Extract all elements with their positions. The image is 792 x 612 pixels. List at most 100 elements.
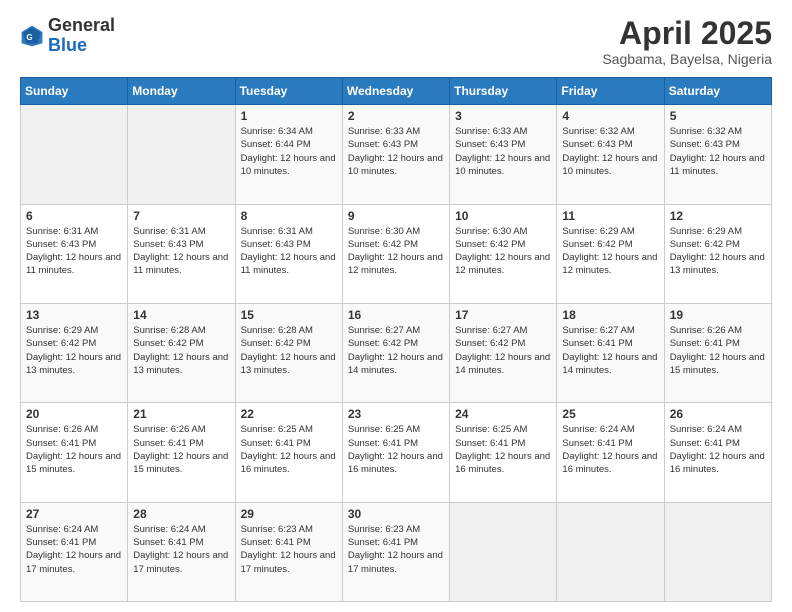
day-cell: 1 Sunrise: 6:34 AM Sunset: 6:44 PM Daylig… [235,105,342,204]
day-number: 13 [26,308,122,322]
day-cell: 10 Sunrise: 6:30 AM Sunset: 6:42 PM Dayli… [450,204,557,303]
day-number: 27 [26,507,122,521]
day-cell: 3 Sunrise: 6:33 AM Sunset: 6:43 PM Daylig… [450,105,557,204]
day-cell [557,502,664,601]
title-block: April 2025 Sagbama, Bayelsa, Nigeria [602,16,772,67]
day-cell: 5 Sunrise: 6:32 AM Sunset: 6:43 PM Daylig… [664,105,771,204]
day-cell: 7 Sunrise: 6:31 AM Sunset: 6:43 PM Daylig… [128,204,235,303]
day-cell: 6 Sunrise: 6:31 AM Sunset: 6:43 PM Daylig… [21,204,128,303]
day-cell: 13 Sunrise: 6:29 AM Sunset: 6:42 PM Dayli… [21,303,128,402]
day-info: Sunrise: 6:24 AM Sunset: 6:41 PM Dayligh… [562,423,658,476]
svg-text:G: G [26,33,32,42]
day-number: 29 [241,507,337,521]
day-info: Sunrise: 6:29 AM Sunset: 6:42 PM Dayligh… [670,225,766,278]
day-info: Sunrise: 6:32 AM Sunset: 6:43 PM Dayligh… [562,125,658,178]
subtitle: Sagbama, Bayelsa, Nigeria [602,51,772,67]
day-number: 7 [133,209,229,223]
day-cell: 30 Sunrise: 6:23 AM Sunset: 6:41 PM Dayli… [342,502,449,601]
day-info: Sunrise: 6:34 AM Sunset: 6:44 PM Dayligh… [241,125,337,178]
day-cell: 16 Sunrise: 6:27 AM Sunset: 6:42 PM Dayli… [342,303,449,402]
day-info: Sunrise: 6:31 AM Sunset: 6:43 PM Dayligh… [133,225,229,278]
col-sunday: Sunday [21,78,128,105]
day-number: 3 [455,109,551,123]
day-cell: 17Sunrise: 6:27 AM Sunset: 6:42 PM Dayli… [450,303,557,402]
day-cell: 26 Sunrise: 6:24 AM Sunset: 6:41 PM Dayli… [664,403,771,502]
col-saturday: Saturday [664,78,771,105]
day-cell: 11 Sunrise: 6:29 AM Sunset: 6:42 PM Dayli… [557,204,664,303]
day-cell: 12Sunrise: 6:29 AM Sunset: 6:42 PM Dayli… [664,204,771,303]
day-number: 15 [241,308,337,322]
day-info: Sunrise: 6:30 AM Sunset: 6:42 PM Dayligh… [348,225,444,278]
day-info: Sunrise: 6:30 AM Sunset: 6:42 PM Dayligh… [455,225,551,278]
day-cell: 4 Sunrise: 6:32 AM Sunset: 6:43 PM Daylig… [557,105,664,204]
day-number: 11 [562,209,658,223]
day-info: Sunrise: 6:32 AM Sunset: 6:43 PM Dayligh… [670,125,766,178]
day-info: Sunrise: 6:25 AM Sunset: 6:41 PM Dayligh… [455,423,551,476]
day-number: 6 [26,209,122,223]
day-info: Sunrise: 6:24 AM Sunset: 6:41 PM Dayligh… [133,523,229,576]
day-cell: 9 Sunrise: 6:30 AM Sunset: 6:42 PM Daylig… [342,204,449,303]
page: G General Blue April 2025 Sagbama, Bayel… [0,0,792,612]
col-monday: Monday [128,78,235,105]
day-number: 4 [562,109,658,123]
day-info: Sunrise: 6:27 AM Sunset: 6:42 PM Dayligh… [348,324,444,377]
day-number: 19 [670,308,766,322]
day-number: 14 [133,308,229,322]
week-row-3: 13 Sunrise: 6:29 AM Sunset: 6:42 PM Dayli… [21,303,772,402]
day-cell: 24 Sunrise: 6:25 AM Sunset: 6:41 PM Dayli… [450,403,557,502]
day-number: 1 [241,109,337,123]
calendar-body: 1 Sunrise: 6:34 AM Sunset: 6:44 PM Daylig… [21,105,772,602]
day-cell: 14Sunrise: 6:28 AM Sunset: 6:42 PM Dayli… [128,303,235,402]
day-info: Sunrise: 6:27 AM Sunset: 6:41 PM Dayligh… [562,324,658,377]
col-friday: Friday [557,78,664,105]
day-cell: 23Sunrise: 6:25 AM Sunset: 6:41 PM Dayli… [342,403,449,502]
week-row-5: 27 Sunrise: 6:24 AM Sunset: 6:41 PM Dayli… [21,502,772,601]
week-row-4: 20Sunrise: 6:26 AM Sunset: 6:41 PM Dayli… [21,403,772,502]
day-cell [450,502,557,601]
day-info: Sunrise: 6:27 AM Sunset: 6:42 PM Dayligh… [455,324,551,377]
calendar-header: Sunday Monday Tuesday Wednesday Thursday… [21,78,772,105]
day-info: Sunrise: 6:31 AM Sunset: 6:43 PM Dayligh… [26,225,122,278]
day-number: 16 [348,308,444,322]
day-cell: 29 Sunrise: 6:23 AM Sunset: 6:41 PM Dayli… [235,502,342,601]
day-cell: 18 Sunrise: 6:27 AM Sunset: 6:41 PM Dayli… [557,303,664,402]
week-row-2: 6 Sunrise: 6:31 AM Sunset: 6:43 PM Daylig… [21,204,772,303]
day-number: 25 [562,407,658,421]
day-number: 24 [455,407,551,421]
day-cell: 21 Sunrise: 6:26 AM Sunset: 6:41 PM Dayli… [128,403,235,502]
day-number: 2 [348,109,444,123]
day-info: Sunrise: 6:29 AM Sunset: 6:42 PM Dayligh… [562,225,658,278]
day-info: Sunrise: 6:24 AM Sunset: 6:41 PM Dayligh… [26,523,122,576]
day-info: Sunrise: 6:23 AM Sunset: 6:41 PM Dayligh… [348,523,444,576]
day-number: 18 [562,308,658,322]
day-info: Sunrise: 6:33 AM Sunset: 6:43 PM Dayligh… [455,125,551,178]
day-number: 21 [133,407,229,421]
day-info: Sunrise: 6:31 AM Sunset: 6:43 PM Dayligh… [241,225,337,278]
day-number: 10 [455,209,551,223]
day-info: Sunrise: 6:23 AM Sunset: 6:41 PM Dayligh… [241,523,337,576]
day-info: Sunrise: 6:24 AM Sunset: 6:41 PM Dayligh… [670,423,766,476]
day-cell: 20Sunrise: 6:26 AM Sunset: 6:41 PM Dayli… [21,403,128,502]
day-info: Sunrise: 6:29 AM Sunset: 6:42 PM Dayligh… [26,324,122,377]
header-row: Sunday Monday Tuesday Wednesday Thursday… [21,78,772,105]
day-number: 5 [670,109,766,123]
header: G General Blue April 2025 Sagbama, Bayel… [20,16,772,67]
day-number: 26 [670,407,766,421]
day-info: Sunrise: 6:33 AM Sunset: 6:43 PM Dayligh… [348,125,444,178]
day-cell: 25 Sunrise: 6:24 AM Sunset: 6:41 PM Dayli… [557,403,664,502]
logo-text: General Blue [48,16,115,56]
day-cell: 27 Sunrise: 6:24 AM Sunset: 6:41 PM Dayli… [21,502,128,601]
col-wednesday: Wednesday [342,78,449,105]
day-number: 30 [348,507,444,521]
day-cell: 22Sunrise: 6:25 AM Sunset: 6:41 PM Dayli… [235,403,342,502]
day-cell [664,502,771,601]
col-tuesday: Tuesday [235,78,342,105]
day-number: 9 [348,209,444,223]
main-title: April 2025 [602,16,772,51]
col-thursday: Thursday [450,78,557,105]
day-info: Sunrise: 6:26 AM Sunset: 6:41 PM Dayligh… [670,324,766,377]
logo: G General Blue [20,16,115,56]
day-cell [128,105,235,204]
day-cell [21,105,128,204]
day-info: Sunrise: 6:26 AM Sunset: 6:41 PM Dayligh… [133,423,229,476]
